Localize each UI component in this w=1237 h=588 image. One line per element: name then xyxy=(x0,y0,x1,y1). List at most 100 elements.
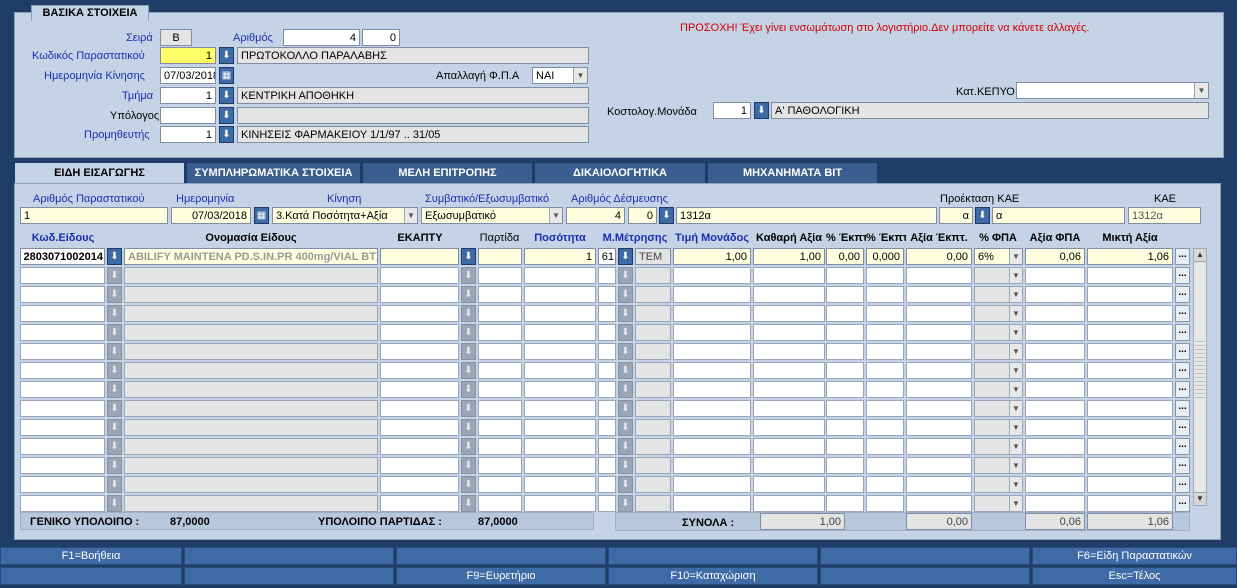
empty-row-axia-fpa[interactable] xyxy=(1025,324,1085,341)
empty-row-ekaptu[interactable] xyxy=(380,305,459,322)
empty-row-ekpt1[interactable] xyxy=(826,457,864,474)
row1-mm-code[interactable]: 61 xyxy=(598,248,616,265)
empty-row-axia-fpa[interactable] xyxy=(1025,457,1085,474)
row1-axia-fpa[interactable]: 0,06 xyxy=(1025,248,1085,265)
empty-row-code-lookup[interactable]: ⬇ xyxy=(107,362,122,379)
empty-row-more-button[interactable]: ... xyxy=(1175,438,1190,455)
empty-row-timi[interactable] xyxy=(673,267,751,284)
empty-row-axia-ekpt[interactable] xyxy=(906,457,972,474)
empty-row-ekpt1[interactable] xyxy=(826,381,864,398)
empty-row-timi[interactable] xyxy=(673,495,751,512)
row1-mm-lookup[interactable]: ⬇ xyxy=(618,248,633,265)
empty-row-ekpt2[interactable] xyxy=(866,495,904,512)
empty-row-more-button[interactable]: ... xyxy=(1175,381,1190,398)
empty-row-fpa-select[interactable]: ▼ xyxy=(974,362,1023,379)
empty-row-code-lookup[interactable]: ⬇ xyxy=(107,419,122,436)
empty-row-ekpt2[interactable] xyxy=(866,381,904,398)
empty-row-fpa-select[interactable]: ▼ xyxy=(974,324,1023,341)
arith-par-field[interactable]: 1 xyxy=(20,207,168,224)
empty-row-ekaptu-lookup[interactable]: ⬇ xyxy=(461,286,476,303)
empty-row-ekaptu-lookup[interactable]: ⬇ xyxy=(461,362,476,379)
chevron-down-icon[interactable]: ▼ xyxy=(1009,496,1022,511)
chevron-down-icon[interactable]: ▼ xyxy=(1009,268,1022,283)
chevron-down-icon[interactable]: ▼ xyxy=(1009,363,1022,378)
empty-row-partida[interactable] xyxy=(478,305,522,322)
empty-row-code-lookup[interactable]: ⬇ xyxy=(107,286,122,303)
empty-row-timi[interactable] xyxy=(673,476,751,493)
empty-row-code[interactable] xyxy=(20,324,105,341)
f6-document-types-button[interactable]: F6=Είδη Παραστατικών xyxy=(1032,547,1237,565)
chevron-down-icon[interactable]: ▼ xyxy=(1009,401,1022,416)
empty-row-mikti[interactable] xyxy=(1087,286,1173,303)
empty-row-fpa-select[interactable]: ▼ xyxy=(974,305,1023,322)
tab-dikaiologitika[interactable]: ΔΙΚΑΙΟΛΟΓΗΤΙΚΑ xyxy=(534,162,706,184)
empty-row-mm-lookup[interactable]: ⬇ xyxy=(618,267,633,284)
empty-row-mm-code[interactable] xyxy=(598,324,616,341)
tab-eidi-eisagogis[interactable]: ΕΙΔΗ ΕΙΣΑΓΩΓΗΣ xyxy=(14,162,185,184)
empty-row-ekaptu-lookup[interactable]: ⬇ xyxy=(461,419,476,436)
empty-row-timi[interactable] xyxy=(673,362,751,379)
empty-row-mm-lookup[interactable]: ⬇ xyxy=(618,362,633,379)
empty-row-code[interactable] xyxy=(20,400,105,417)
calendar-button[interactable]: ▦ xyxy=(219,67,234,84)
empty-row-ekaptu[interactable] xyxy=(380,286,459,303)
empty-row-code[interactable] xyxy=(20,381,105,398)
empty-row-code[interactable] xyxy=(20,495,105,512)
empty-row-axia-ekpt[interactable] xyxy=(906,476,972,493)
empty-row-kathari[interactable] xyxy=(753,343,825,360)
empty-row-fpa-select[interactable]: ▼ xyxy=(974,343,1023,360)
empty-row-ekaptu-lookup[interactable]: ⬇ xyxy=(461,324,476,341)
row1-axia-ekpt[interactable]: 0,00 xyxy=(906,248,972,265)
empty-row-partida[interactable] xyxy=(478,381,522,398)
desm-lookup-button[interactable]: ⬇ xyxy=(659,207,674,224)
empty-row-fpa-select[interactable]: ▼ xyxy=(974,495,1023,512)
empty-row-axia-fpa[interactable] xyxy=(1025,362,1085,379)
empty-row-partida[interactable] xyxy=(478,438,522,455)
empty-row-ekaptu-lookup[interactable]: ⬇ xyxy=(461,381,476,398)
empty-row-kathari[interactable] xyxy=(753,362,825,379)
empty-row-ekaptu[interactable] xyxy=(380,400,459,417)
empty-row-mm-code[interactable] xyxy=(598,381,616,398)
empty-row-mm-code[interactable] xyxy=(598,476,616,493)
empty-row-ekpt2[interactable] xyxy=(866,305,904,322)
tab-michanimata-bit[interactable]: ΜΗΧΑΝΗΜΑΤΑ ΒΙΤ xyxy=(707,162,878,184)
empty-row-posotita[interactable] xyxy=(524,324,596,341)
kodikos-field[interactable]: 1 xyxy=(160,47,216,64)
empty-row-ekaptu[interactable] xyxy=(380,457,459,474)
empty-row-code-lookup[interactable]: ⬇ xyxy=(107,305,122,322)
empty-row-mm-code[interactable] xyxy=(598,438,616,455)
chevron-down-icon[interactable]: ▼ xyxy=(573,68,587,83)
empty-row-timi[interactable] xyxy=(673,419,751,436)
chevron-down-icon[interactable]: ▼ xyxy=(1009,306,1022,321)
kinisi-select[interactable]: 3.Κατά Ποσότητα+Αξία xyxy=(272,207,418,224)
empty-row-posotita[interactable] xyxy=(524,381,596,398)
empty-row-timi[interactable] xyxy=(673,286,751,303)
calendar-button-2[interactable]: ▦ xyxy=(254,207,269,224)
empty-row-timi[interactable] xyxy=(673,343,751,360)
arithmos-field[interactable]: 4 xyxy=(283,29,360,46)
empty-row-mikti[interactable] xyxy=(1087,495,1173,512)
empty-row-posotita[interactable] xyxy=(524,286,596,303)
empty-row-mikti[interactable] xyxy=(1087,267,1173,284)
empty-row-fpa-select[interactable]: ▼ xyxy=(974,438,1023,455)
empty-row-ekaptu[interactable] xyxy=(380,267,459,284)
chevron-down-icon[interactable]: ▼ xyxy=(404,208,417,223)
empty-row-code[interactable] xyxy=(20,286,105,303)
empty-row-mm-code[interactable] xyxy=(598,400,616,417)
empty-row-code[interactable] xyxy=(20,362,105,379)
row1-ekpt1[interactable]: 0,00 xyxy=(826,248,864,265)
empty-row-posotita[interactable] xyxy=(524,495,596,512)
empty-row-more-button[interactable]: ... xyxy=(1175,324,1190,341)
seira-field[interactable]: Β xyxy=(160,29,192,46)
chevron-down-icon[interactable]: ▼ xyxy=(1009,420,1022,435)
fkey-empty-5[interactable] xyxy=(0,567,182,585)
row1-kathari[interactable]: 1,00 xyxy=(753,248,825,265)
empty-row-code[interactable] xyxy=(20,267,105,284)
empty-row-ekaptu[interactable] xyxy=(380,419,459,436)
empty-row-posotita[interactable] xyxy=(524,267,596,284)
empty-row-mm-code[interactable] xyxy=(598,305,616,322)
empty-row-code-lookup[interactable]: ⬇ xyxy=(107,324,122,341)
fkey-empty-7[interactable] xyxy=(820,567,1030,585)
empty-row-ekaptu-lookup[interactable]: ⬇ xyxy=(461,400,476,417)
empty-row-ekpt1[interactable] xyxy=(826,419,864,436)
